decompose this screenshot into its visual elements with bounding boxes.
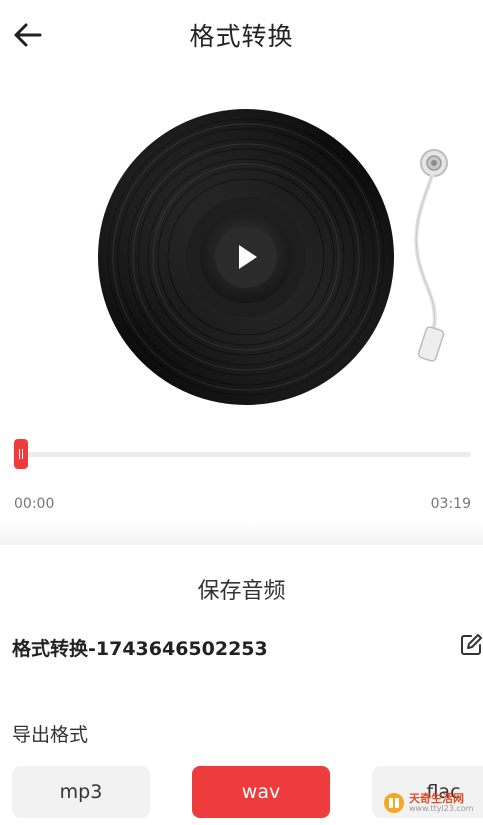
export-format-label: 导出格式 (12, 724, 89, 746)
tonearm-icon (414, 149, 448, 362)
watermark: 天奇生活网 www.ttyl23.com (383, 790, 479, 818)
watermark-logo-icon (384, 793, 404, 813)
filename-text: 格式转换-1743646502253 (12, 638, 268, 660)
progress-handle[interactable] (14, 439, 28, 469)
save-panel-title: 保存音频 (197, 579, 286, 604)
progress-bar[interactable] (14, 437, 471, 471)
sheet-divider (0, 520, 483, 546)
edit-icon[interactable] (459, 633, 483, 657)
top-bar: 格式转换 (0, 0, 483, 70)
page-title: 格式转换 (189, 22, 294, 51)
vinyl-record (97, 108, 395, 406)
play-icon[interactable] (215, 226, 277, 288)
progress-track[interactable] (14, 452, 471, 457)
format-option-wav[interactable]: wav (192, 766, 330, 818)
format-option-mp3[interactable]: mp3 (12, 766, 150, 818)
watermark-url: www.ttyl23.com (409, 804, 474, 813)
current-time: 00:00 (14, 496, 55, 512)
total-time: 03:19 (430, 496, 471, 512)
